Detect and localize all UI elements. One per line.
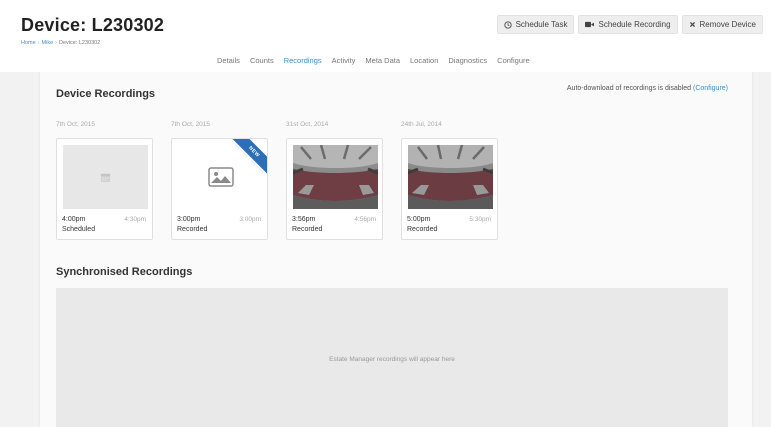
recording-date: 24th Jul, 2014: [401, 121, 442, 128]
camera-snapshot: [293, 145, 378, 209]
recording-date: 7th Oct, 2015: [171, 121, 211, 128]
autodownload-text: Auto-download of recordings is disabled: [566, 85, 692, 92]
breadcrumb-mike[interactable]: Mike: [42, 40, 54, 46]
schedule-task-button[interactable]: Schedule Task: [496, 15, 575, 34]
recording-end-time: 4:56pm: [354, 216, 376, 223]
configure-link[interactable]: (Configure): [693, 85, 728, 92]
empty-state-message: Estate Manager recordings will appear he…: [329, 356, 455, 363]
remove-device-label: Remove Device: [699, 20, 756, 29]
recording-start-time: 3:00pm: [177, 216, 201, 223]
tab-activity[interactable]: Activity: [332, 56, 356, 65]
recording-card[interactable]: 4:00pm 4:30pm Scheduled: [56, 138, 153, 240]
recording-status: Recorded: [177, 226, 208, 233]
schedule-task-label: Schedule Task: [515, 20, 568, 29]
tab-counts[interactable]: Counts: [250, 56, 274, 65]
recording-card[interactable]: NEW 3:00pm 3:00pm Recorded: [171, 138, 268, 240]
breadcrumb-current: Device: L230302: [58, 40, 101, 46]
header-actions: Schedule Task Schedule Recording Remove …: [496, 15, 763, 34]
recording-thumbnail: [63, 145, 148, 209]
clock-icon: [503, 20, 512, 29]
recording-date: 7th Oct, 2015: [56, 121, 96, 128]
recording-card[interactable]: 3:56pm 4:56pm Recorded: [286, 138, 383, 240]
close-icon: [689, 21, 695, 28]
tab-diagnostics[interactable]: Diagnostics: [448, 56, 487, 65]
schedule-recording-label: Schedule Recording: [598, 20, 671, 29]
camera-snapshot: [408, 145, 493, 209]
recording-end-time: 3:00pm: [239, 216, 261, 223]
tab-location[interactable]: Location: [410, 56, 438, 65]
synchronised-recordings-title: Synchronised Recordings: [56, 266, 193, 278]
page-title: Device: L230302: [21, 15, 165, 35]
tab-details[interactable]: Details: [217, 56, 240, 65]
recording-status: Recorded: [292, 226, 323, 233]
recording-end-time: 4:30pm: [124, 216, 146, 223]
recording-status: Recorded: [407, 226, 438, 233]
page-header: Device: L230302 Home › Mike › Device: L23030…: [0, 0, 771, 72]
recording-start-time: 3:56pm: [292, 216, 316, 223]
recording-start-time: 4:00pm: [62, 216, 86, 223]
video-camera-icon: [585, 21, 595, 28]
tab-configure[interactable]: Configure: [497, 56, 530, 65]
image-icon: [207, 167, 234, 187]
device-recordings-title: Device Recordings: [56, 88, 156, 100]
tab-recordings[interactable]: Recordings: [284, 56, 322, 65]
breadcrumb-home[interactable]: Home: [21, 40, 36, 46]
recording-card[interactable]: 5:00pm 5:30pm Recorded: [401, 138, 498, 240]
device-tabs: Details Counts Recordings Activity Meta …: [217, 56, 530, 65]
autodownload-notice: Auto-download of recordings is disabled …: [567, 85, 728, 92]
breadcrumb: Home › Mike › Device: L230302: [21, 40, 101, 46]
calendar-icon: [100, 173, 111, 182]
recording-end-time: 5:30pm: [469, 216, 491, 223]
recording-status: Scheduled: [62, 226, 96, 233]
remove-device-button[interactable]: Remove Device: [681, 15, 763, 34]
schedule-recording-button[interactable]: Schedule Recording: [578, 15, 678, 34]
recording-start-time: 5:00pm: [407, 216, 431, 223]
recording-date: 31st Oct, 2014: [286, 121, 329, 128]
tab-meta-data[interactable]: Meta Data: [365, 56, 400, 65]
synchronised-recordings-area: Estate Manager recordings will appear he…: [56, 288, 728, 427]
